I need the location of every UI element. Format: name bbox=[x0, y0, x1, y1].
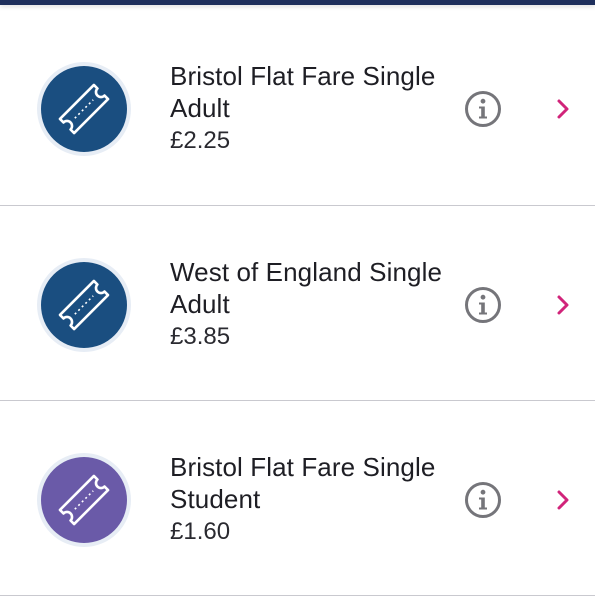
ticket-badge bbox=[37, 62, 131, 156]
ticket-price: £3.85 bbox=[170, 323, 231, 350]
badge-circle bbox=[41, 262, 127, 348]
ticket-price: £2.25 bbox=[170, 127, 231, 154]
ticket-text: West of England Single Adult £3.85 bbox=[170, 256, 470, 352]
ticket-title: Bristol Flat Fare Single Adult bbox=[170, 60, 470, 124]
chevron-right-button[interactable] bbox=[550, 94, 578, 124]
chevron-right-button[interactable] bbox=[550, 290, 578, 320]
ticket-text: Bristol Flat Fare Single Adult £2.25 bbox=[170, 60, 470, 156]
ticket-badge bbox=[37, 258, 131, 352]
info-icon bbox=[465, 91, 501, 127]
ticket-row[interactable]: West of England Single Adult £3.85 bbox=[0, 206, 595, 401]
ticket-title-line2: Student bbox=[170, 484, 261, 514]
info-button[interactable] bbox=[462, 88, 504, 130]
ticket-title-line2: Adult bbox=[170, 93, 230, 123]
chevron-right-button[interactable] bbox=[550, 485, 578, 515]
ticket-price: £1.60 bbox=[170, 518, 231, 545]
ticket-title-line2: Adult bbox=[170, 289, 230, 319]
ticket-icon bbox=[58, 279, 110, 331]
ticket-icon bbox=[58, 83, 110, 135]
badge-circle bbox=[41, 66, 127, 152]
ticket-title: Bristol Flat Fare Single Student bbox=[170, 451, 470, 515]
info-icon bbox=[465, 287, 501, 323]
ticket-list: Bristol Flat Fare Single Adult £2.25 Wes… bbox=[0, 10, 595, 596]
info-button[interactable] bbox=[462, 284, 504, 326]
ticket-title-line1: West of England Single bbox=[170, 257, 443, 287]
info-icon bbox=[465, 482, 501, 518]
badge-circle bbox=[41, 457, 127, 543]
ticket-title-line1: Bristol Flat Fare Single bbox=[170, 61, 436, 91]
chevron-right-icon bbox=[557, 99, 569, 119]
ticket-title-line1: Bristol Flat Fare Single bbox=[170, 452, 436, 482]
ticket-text: Bristol Flat Fare Single Student £1.60 bbox=[170, 451, 470, 547]
chevron-right-icon bbox=[557, 490, 569, 510]
ticket-icon bbox=[58, 474, 110, 526]
ticket-row[interactable]: Bristol Flat Fare Single Adult £2.25 bbox=[0, 10, 595, 206]
info-button[interactable] bbox=[462, 479, 504, 521]
header-bar bbox=[0, 0, 595, 5]
ticket-row[interactable]: Bristol Flat Fare Single Student £1.60 bbox=[0, 401, 595, 596]
ticket-badge bbox=[37, 453, 131, 547]
chevron-right-icon bbox=[557, 295, 569, 315]
ticket-title: West of England Single Adult bbox=[170, 256, 470, 320]
